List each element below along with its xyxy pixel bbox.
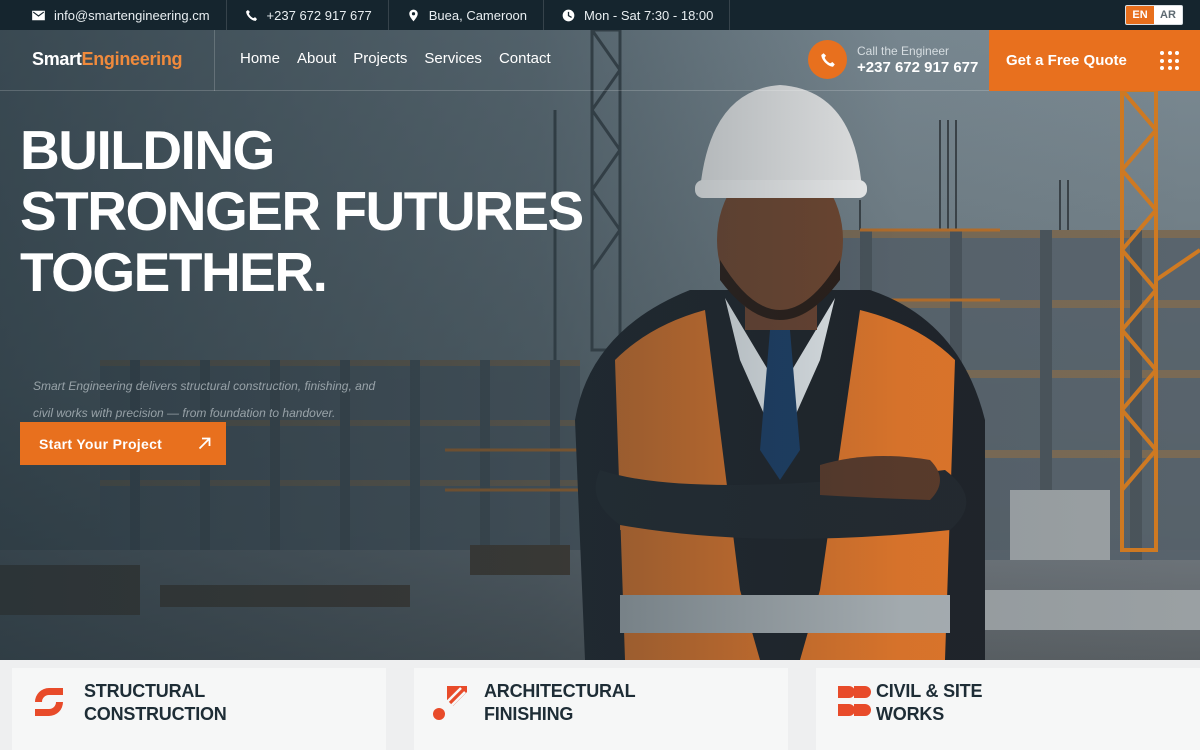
topbar-location-text: Buea, Cameroon — [428, 7, 528, 23]
topbar-hours: Mon - Sat 7:30 - 18:00 — [544, 0, 731, 30]
services-strip: STRUCTURAL CONSTRUCTION ARCHITECTURAL FI… — [0, 660, 1200, 750]
service-civil-line1: CIVIL & SITE — [876, 681, 983, 701]
clock-icon — [562, 9, 575, 21]
civil-works-icon — [838, 686, 871, 716]
top-info-bar: info@smartengineering.cm +237 672 917 67… — [0, 0, 1200, 30]
structural-icon — [35, 688, 63, 716]
lang-ar-button[interactable]: AR — [1154, 6, 1182, 24]
get-quote-label: Get a Free Quote — [1006, 52, 1127, 69]
topbar-phone[interactable]: +237 672 917 677 — [227, 0, 389, 30]
logo-text-engineering: Engineering — [81, 49, 183, 69]
topbar-email-text: info@smartengineering.cm — [54, 7, 210, 23]
hero-tagline: Smart Engineering delivers structural co… — [33, 373, 493, 427]
call-number[interactable]: +237 672 917 677 — [857, 59, 978, 76]
service-structural-line2: CONSTRUCTION — [84, 704, 227, 724]
service-structural-line1: STRUCTURAL — [84, 681, 205, 701]
hero-section: SmartEngineering Home About Projects Ser… — [0, 30, 1200, 660]
map-pin-icon — [409, 9, 418, 21]
tagline-line-1: Smart Engineering delivers structural co… — [33, 379, 376, 393]
phone-icon — [245, 9, 257, 21]
get-quote-button[interactable]: Get a Free Quote — [989, 30, 1200, 91]
nav-item-home[interactable]: Home — [240, 50, 280, 67]
main-navigation: SmartEngineering Home About Projects Ser… — [0, 30, 1200, 91]
service-civil-line2: WORKS — [876, 704, 944, 724]
service-card-civil[interactable]: CIVIL & SITE WORKS — [802, 660, 1200, 750]
service-title-civil: CIVIL & SITE WORKS — [876, 680, 982, 726]
service-card-finishing[interactable]: ARCHITECTURAL FINISHING — [400, 660, 802, 750]
site-logo[interactable]: SmartEngineering — [32, 49, 183, 70]
start-project-label: Start Your Project — [39, 435, 163, 452]
service-card-structural[interactable]: STRUCTURAL CONSTRUCTION — [0, 660, 400, 750]
topbar-location: Buea, Cameroon — [389, 0, 545, 30]
envelope-icon — [32, 10, 45, 20]
nav-item-about[interactable]: About — [297, 50, 336, 67]
headline-line-2: STRONGER FUTURES — [20, 180, 584, 242]
phone-icon — [820, 52, 835, 67]
topbar-hours-text: Mon - Sat 7:30 - 18:00 — [584, 7, 714, 23]
service-finishing-line2: FINISHING — [484, 704, 574, 724]
language-switcher: EN AR — [1125, 5, 1183, 25]
call-button[interactable] — [808, 40, 847, 79]
service-title-structural: STRUCTURAL CONSTRUCTION — [84, 680, 227, 726]
topbar-email[interactable]: info@smartengineering.cm — [0, 0, 227, 30]
topbar-phone-text: +237 672 917 677 — [266, 7, 372, 23]
call-label: Call the Engineer — [857, 43, 950, 58]
call-text: Call the Engineer +237 672 917 677 — [857, 44, 978, 76]
finishing-icon — [433, 686, 467, 720]
hero-headline: BUILDING STRONGER FUTURES TOGETHER. — [20, 119, 584, 303]
arrow-up-right-icon — [198, 437, 211, 450]
nav-divider — [214, 30, 215, 91]
call-engineer[interactable]: Call the Engineer +237 672 917 677 — [808, 40, 978, 79]
service-title-finishing: ARCHITECTURAL FINISHING — [484, 680, 636, 726]
lang-en-button[interactable]: EN — [1126, 6, 1154, 24]
nav-item-services[interactable]: Services — [424, 50, 482, 67]
nav-item-contact[interactable]: Contact — [499, 50, 551, 67]
headline-line-3: TOGETHER. — [20, 241, 328, 303]
nav-menu: Home About Projects Services Contact — [240, 50, 551, 67]
logo-text-smart: Smart — [32, 49, 82, 69]
grid-menu-icon[interactable] — [1160, 51, 1179, 70]
nav-item-projects[interactable]: Projects — [353, 50, 407, 67]
start-project-button[interactable]: Start Your Project — [20, 422, 226, 465]
service-finishing-line1: ARCHITECTURAL — [484, 681, 636, 701]
headline-line-1: BUILDING — [20, 119, 275, 181]
